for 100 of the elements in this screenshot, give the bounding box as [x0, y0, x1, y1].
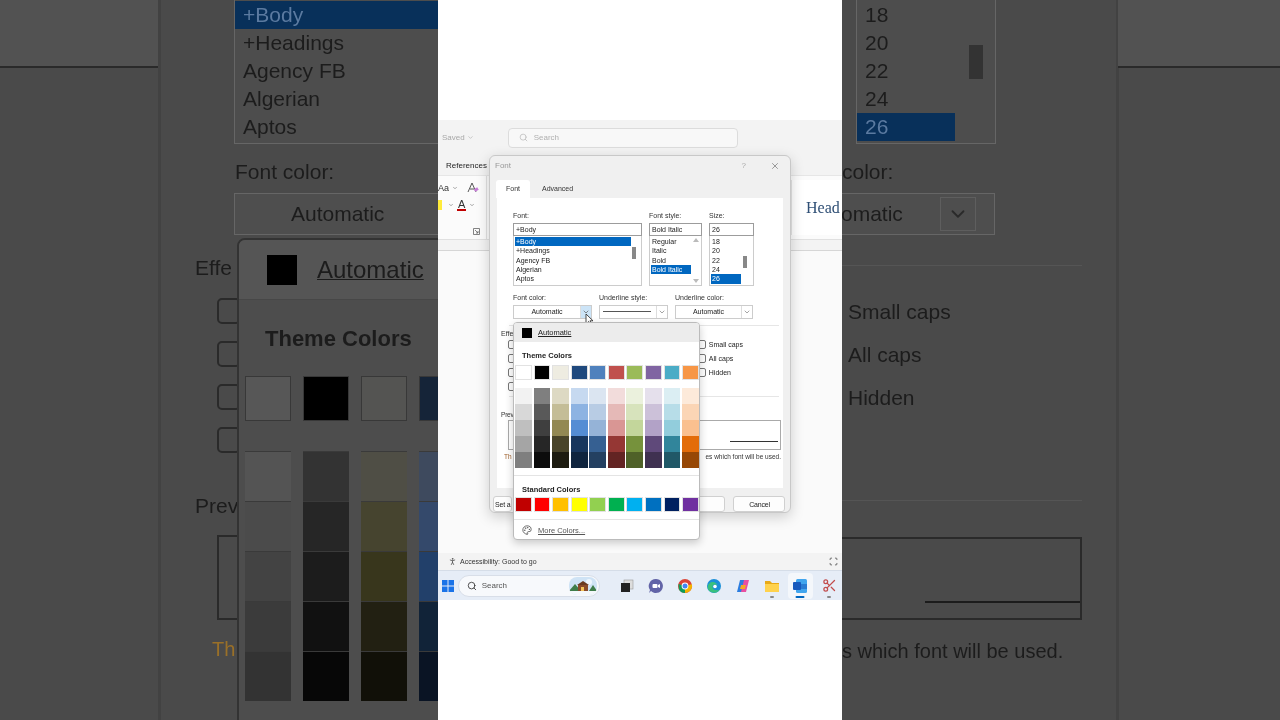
- color-swatch[interactable]: [533, 420, 551, 436]
- color-swatch[interactable]: [515, 420, 532, 436]
- color-swatch[interactable]: [303, 601, 349, 651]
- search-field[interactable]: Search: [457, 574, 601, 597]
- note-text: Th: [212, 638, 236, 661]
- chevron-icon[interactable]: [448, 202, 454, 208]
- color-swatch[interactable]: [533, 404, 551, 420]
- scissors-icon: [821, 578, 837, 593]
- color-swatch[interactable]: [663, 436, 681, 452]
- scrollbar-thumb[interactable]: [743, 255, 747, 268]
- dialog-launcher-icon[interactable]: [473, 228, 480, 235]
- windows-logo-icon[interactable]: [442, 579, 454, 592]
- color-swatch[interactable]: [245, 376, 291, 421]
- chevron-icon[interactable]: [469, 202, 476, 208]
- color-swatch[interactable]: [626, 404, 644, 420]
- color-swatch[interactable]: [645, 388, 662, 404]
- color-swatch[interactable]: [245, 451, 291, 501]
- color-swatch[interactable]: [552, 436, 569, 452]
- color-swatch[interactable]: [361, 451, 407, 501]
- color-swatch[interactable]: [552, 420, 569, 436]
- color-swatch[interactable]: [570, 452, 588, 468]
- color-swatch[interactable]: [589, 388, 607, 404]
- color-swatch[interactable]: [533, 452, 551, 468]
- color-swatch[interactable]: [645, 452, 662, 468]
- change-case-button[interactable]: Aa: [438, 182, 449, 193]
- document-app-icon: [792, 577, 809, 594]
- scrollbar-thumb[interactable]: [632, 246, 636, 259]
- color-swatch[interactable]: [552, 452, 569, 468]
- video-chat-icon: [648, 577, 665, 594]
- color-swatch[interactable]: [303, 376, 349, 421]
- color-swatch[interactable]: [515, 452, 532, 468]
- scrollbar-thumb[interactable]: [969, 45, 983, 79]
- color-swatch[interactable]: [607, 388, 625, 404]
- folder-icon: [763, 578, 780, 593]
- running-indicator: [769, 595, 774, 598]
- color-swatch[interactable]: [303, 551, 349, 601]
- color-swatch[interactable]: [533, 436, 551, 452]
- color-swatch[interactable]: [607, 420, 625, 436]
- close-icon[interactable]: [770, 160, 780, 171]
- color-swatch[interactable]: [626, 388, 644, 404]
- taskbar-app-button[interactable]: [787, 572, 814, 599]
- chevron-icon[interactable]: [452, 184, 458, 191]
- color-swatch[interactable]: [663, 404, 681, 420]
- color-swatch[interactable]: [361, 601, 407, 651]
- scroll-down-icon[interactable]: [693, 278, 699, 283]
- color-swatch[interactable]: [682, 388, 699, 404]
- color-swatch[interactable]: [570, 388, 588, 404]
- color-swatch[interactable]: [552, 404, 569, 420]
- color-swatch[interactable]: [303, 451, 349, 501]
- color-swatch[interactable]: [533, 388, 551, 404]
- color-swatch[interactable]: [570, 436, 588, 452]
- font-color-button[interactable]: A: [457, 199, 467, 211]
- clear-formatting-icon[interactable]: [467, 182, 479, 193]
- chevron-icon[interactable]: [466, 134, 474, 141]
- color-swatch[interactable]: [682, 436, 699, 452]
- focus-icon[interactable]: [829, 557, 838, 566]
- color-swatch[interactable]: [267, 254, 297, 285]
- color-swatch[interactable]: [663, 452, 681, 468]
- color-swatch[interactable]: [589, 404, 607, 420]
- color-swatch[interactable]: [626, 436, 644, 452]
- color-swatch[interactable]: [570, 404, 588, 420]
- color-swatch[interactable]: [589, 436, 607, 452]
- color-swatch[interactable]: [570, 420, 588, 436]
- color-swatch[interactable]: [589, 452, 607, 468]
- color-swatch[interactable]: [552, 388, 569, 404]
- scroll-up-icon[interactable]: [693, 237, 699, 242]
- color-swatch[interactable]: [303, 501, 349, 551]
- color-swatch[interactable]: [626, 452, 644, 468]
- color-swatch[interactable]: [303, 651, 349, 701]
- color-swatch[interactable]: [361, 376, 407, 421]
- color-swatch[interactable]: [515, 388, 532, 404]
- color-swatch[interactable]: [645, 436, 662, 452]
- color-swatch[interactable]: [626, 420, 644, 436]
- underline-style-dropdown[interactable]: [599, 304, 668, 319]
- color-swatch[interactable]: [522, 327, 532, 338]
- color-swatch[interactable]: [361, 501, 407, 551]
- color-swatch[interactable]: [663, 388, 681, 404]
- color-swatch[interactable]: [682, 420, 699, 436]
- browser-icon: [705, 577, 722, 594]
- color-swatch[interactable]: [515, 436, 532, 452]
- color-swatch[interactable]: [361, 551, 407, 601]
- color-swatch[interactable]: [682, 452, 699, 468]
- color-swatch[interactable]: [245, 601, 291, 651]
- color-swatch[interactable]: [645, 404, 662, 420]
- highlighter-icon[interactable]: [438, 200, 445, 210]
- ribbon-tab[interactable]: References: [446, 160, 487, 170]
- color-swatch[interactable]: [607, 404, 625, 420]
- color-swatch[interactable]: [682, 404, 699, 420]
- style-sample[interactable]: Head: [806, 198, 840, 217]
- color-swatch[interactable]: [515, 404, 532, 420]
- color-swatch[interactable]: [645, 420, 662, 436]
- color-swatch[interactable]: [245, 651, 291, 701]
- color-swatch[interactable]: [361, 651, 407, 701]
- accessibility-icon[interactable]: [448, 557, 457, 566]
- color-swatch[interactable]: [589, 420, 607, 436]
- underline-drawing: [730, 440, 778, 442]
- color-swatch[interactable]: [607, 436, 625, 452]
- style-gallery[interactable]: Head: [791, 180, 842, 235]
- color-swatch[interactable]: [607, 452, 625, 468]
- color-swatch[interactable]: [663, 420, 681, 436]
